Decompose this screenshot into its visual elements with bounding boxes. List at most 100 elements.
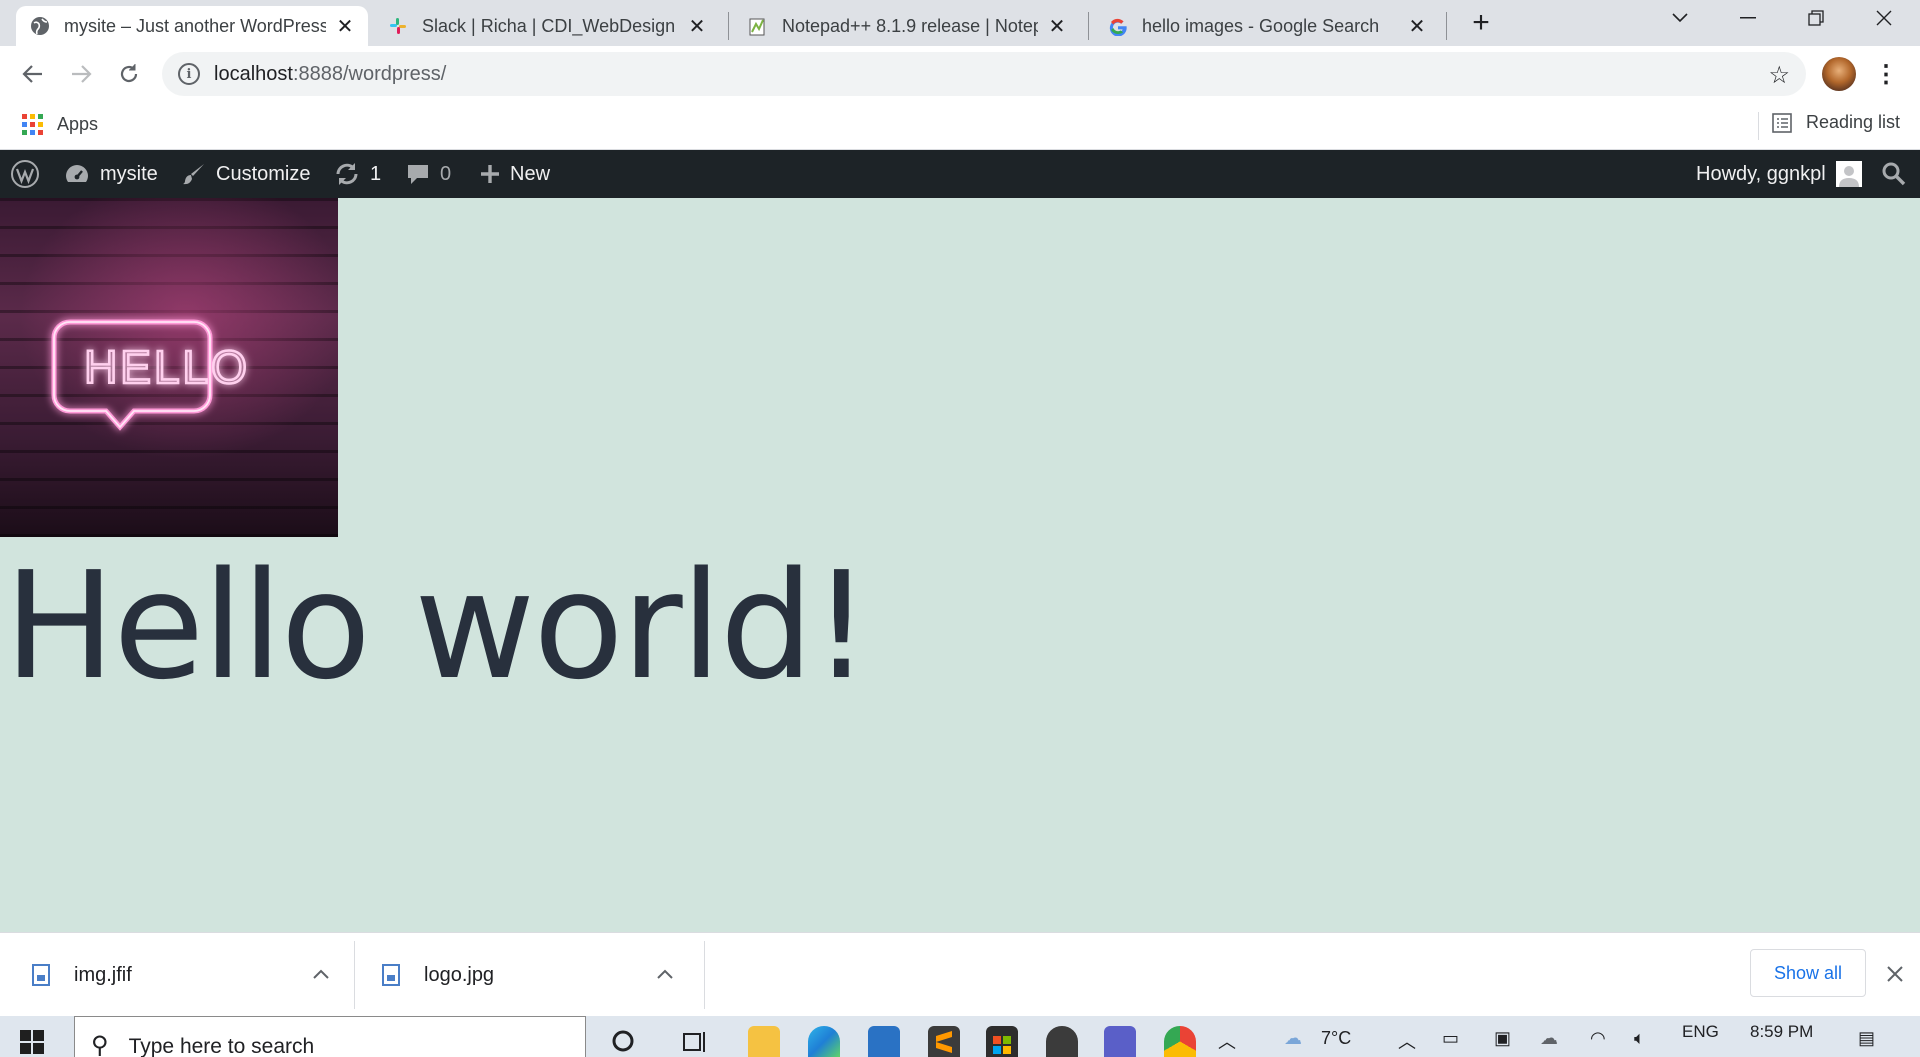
clock[interactable]: 8:59 PM [1750, 1022, 1813, 1042]
customize-label: Customize [216, 162, 311, 185]
image-file-icon [32, 964, 50, 986]
comment-bubble-icon [406, 162, 430, 186]
close-tab-icon[interactable]: ✕ [334, 15, 356, 38]
volume-icon[interactable]: 🔈︎ [1634, 1028, 1645, 1049]
address-bar[interactable]: i localhost:8888/wordpress/ ☆ [162, 52, 1806, 96]
new-label: New [510, 162, 551, 185]
weather-widget[interactable]: ☁ 7°C [1284, 1028, 1351, 1049]
restore-button[interactable] [1788, 0, 1844, 36]
tab-search-chevron-icon[interactable] [1652, 0, 1708, 36]
close-window-button[interactable] [1856, 0, 1912, 36]
reading-list-button[interactable]: Reading list [1772, 112, 1900, 133]
tab-slack[interactable]: Slack | Richa | CDI_WebDesign | 5 ✕ [374, 6, 720, 46]
battery-icon[interactable]: ▭ [1442, 1028, 1459, 1049]
neon-speech-bubble-icon: HELLO [51, 319, 250, 431]
browser-toolbar: i localhost:8888/wordpress/ ☆ ⋮ [0, 46, 1920, 102]
reading-list-label: Reading list [1806, 112, 1901, 132]
profile-avatar[interactable] [1822, 57, 1856, 91]
dashboard-icon [64, 163, 90, 185]
reload-button[interactable] [112, 57, 146, 91]
wp-logo-menu[interactable] [10, 150, 40, 198]
wifi-icon[interactable]: ◠ [1590, 1028, 1606, 1049]
updates-count: 1 [370, 162, 382, 185]
bookmarks-bar: Apps Reading list [0, 102, 1920, 150]
tab-title: hello images - Google Search [1142, 15, 1380, 36]
close-shelf-icon[interactable] [1880, 959, 1910, 989]
notepadpp-icon [748, 16, 768, 36]
sublime-text-icon[interactable] [928, 1026, 960, 1057]
user-avatar-icon [1835, 161, 1862, 187]
github-icon[interactable] [1046, 1026, 1078, 1057]
tab-mysite[interactable]: mysite – Just another WordPress site ✕ [16, 6, 368, 46]
magnifier-icon: ⚲ [91, 1032, 109, 1057]
wordpress-logo-icon [11, 160, 39, 188]
show-hidden-icons-chevron[interactable]: ︿ [1210, 1028, 1244, 1057]
chevron-up-icon[interactable] [306, 959, 336, 989]
tab-google-search[interactable]: hello images - Google Search ✕ [1094, 6, 1440, 46]
edge-icon[interactable] [808, 1026, 840, 1057]
reading-list-icon [1772, 112, 1792, 133]
download-item[interactable]: img.jfif [32, 933, 332, 1017]
tab-strip: mysite – Just another WordPress site ✕ S… [0, 0, 1920, 46]
close-tab-icon[interactable]: ✕ [1046, 15, 1068, 38]
back-button[interactable] [16, 57, 50, 91]
close-tab-icon[interactable]: ✕ [1406, 15, 1428, 38]
image-file-icon [382, 964, 400, 986]
paintbrush-icon [182, 162, 206, 186]
store-icon[interactable] [986, 1026, 1018, 1057]
wp-new-content-menu[interactable]: New [480, 150, 550, 198]
language-indicator[interactable]: ENG [1682, 1022, 1719, 1042]
chevron-up-icon[interactable] [650, 959, 680, 989]
forward-button[interactable] [64, 57, 98, 91]
download-item[interactable]: logo.jpg [382, 933, 682, 1017]
file-explorer-icon[interactable] [748, 1026, 780, 1057]
apps-shortcut[interactable]: Apps [22, 114, 98, 135]
notifications-icon[interactable]: ▤ [1858, 1028, 1875, 1049]
tab-title: mysite – Just another WordPress site [64, 15, 326, 36]
download-shelf: img.jfif logo.jpg Show all [0, 932, 1920, 1016]
tab-title: Notepad++ 8.1.9 release | Notepad++ [782, 15, 1038, 36]
chrome-icon[interactable] [1164, 1026, 1196, 1057]
windows-taskbar: ⚲ Type here to search ︿ ☁ 7°C ︿ ▭ ▣ ☁ ◠ … [0, 1016, 1920, 1057]
new-tab-button[interactable]: + [1466, 6, 1496, 39]
image-hello-text: HELLO [84, 341, 250, 393]
teams-icon[interactable] [1104, 1026, 1136, 1057]
wp-customize-link[interactable]: Customize [182, 150, 310, 198]
taskbar-search-box[interactable]: ⚲ Type here to search [74, 1016, 586, 1057]
wp-comments-link[interactable]: 0 [406, 150, 451, 198]
meet-now-icon[interactable]: ▣ [1494, 1028, 1511, 1049]
weather-cloud-icon: ☁ [1284, 1028, 1302, 1048]
apps-grid-icon [22, 114, 43, 135]
url-text: localhost:8888/wordpress/ [214, 62, 447, 85]
onedrive-icon[interactable]: ☁ [1540, 1028, 1558, 1049]
show-all-downloads-button[interactable]: Show all [1750, 949, 1866, 997]
google-icon [1108, 16, 1128, 36]
wp-updates-link[interactable]: 1 [334, 150, 381, 198]
wp-site-menu[interactable]: mysite [64, 150, 158, 198]
mail-icon[interactable] [868, 1026, 900, 1057]
browser-menu-icon[interactable]: ⋮ [1872, 60, 1900, 88]
apps-label: Apps [57, 114, 99, 134]
close-tab-icon[interactable]: ✕ [686, 15, 708, 38]
tab-title: Slack | Richa | CDI_WebDesign | 5 [422, 15, 678, 36]
minimize-button[interactable] [1720, 0, 1776, 36]
download-filename: img.jfif [74, 963, 132, 986]
globe-icon [30, 16, 50, 36]
download-filename: logo.jpg [424, 963, 495, 986]
slack-icon [388, 16, 408, 36]
cortana-icon[interactable] [606, 1028, 640, 1057]
tab-divider [1088, 12, 1089, 40]
howdy-label: Howdy, ggnkpl [1696, 162, 1826, 185]
task-view-icon[interactable] [678, 1028, 712, 1057]
site-info-icon[interactable]: i [178, 63, 200, 85]
tab-notepadpp[interactable]: Notepad++ 8.1.9 release | Notepad++ ✕ [734, 6, 1080, 46]
bookmark-star-icon[interactable]: ☆ [1768, 61, 1790, 90]
comments-count: 0 [440, 162, 452, 185]
updates-icon [334, 162, 360, 186]
wp-account-menu[interactable]: Howdy, ggnkpl [1696, 150, 1862, 198]
windows-start-icon[interactable] [20, 1030, 44, 1054]
wp-search-toggle[interactable] [1882, 150, 1906, 198]
post-title[interactable]: Hello world! [4, 536, 871, 716]
site-name: mysite [100, 162, 158, 185]
tray-chevron-icon[interactable]: ︿ [1398, 1028, 1416, 1054]
